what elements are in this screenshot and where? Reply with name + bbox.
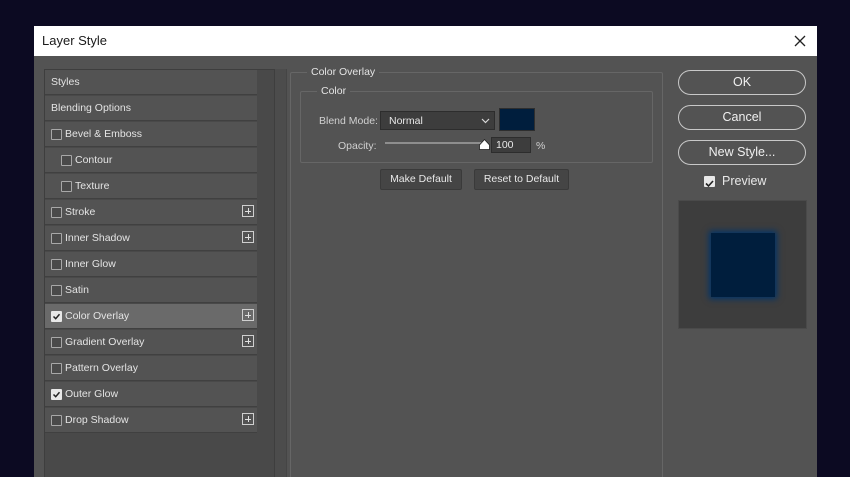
close-icon (794, 35, 806, 47)
style-checkbox[interactable] (51, 207, 62, 218)
style-item-label: Inner Glow (65, 258, 116, 270)
style-item-pattern-overlay[interactable]: Pattern Overlay (45, 356, 257, 381)
style-item-styles[interactable]: Styles (45, 70, 257, 95)
layer-style-dialog: Layer Style Styles Blending Options Bevel … (34, 26, 817, 477)
style-item-label: Outer Glow (65, 388, 119, 400)
style-item-contour[interactable]: Contour (45, 148, 257, 173)
style-item-gradient-overlay[interactable]: Gradient Overlay (45, 330, 257, 355)
reset-to-default-button[interactable]: Reset to Default (474, 169, 569, 190)
style-item-drop-shadow[interactable]: Drop Shadow (45, 408, 257, 433)
overlay-color-swatch[interactable] (499, 108, 535, 131)
add-effect-icon[interactable] (242, 335, 254, 347)
style-preview (678, 200, 807, 329)
add-effect-icon[interactable] (242, 413, 254, 425)
style-checkbox[interactable] (51, 259, 62, 270)
blend-mode-value: Normal (389, 115, 423, 127)
style-item-texture[interactable]: Texture (45, 174, 257, 199)
color-group-title: Color (317, 85, 351, 97)
make-default-button[interactable]: Make Default (380, 169, 462, 190)
style-item-label: Color Overlay (65, 310, 130, 322)
style-item-label: Inner Shadow (65, 232, 130, 244)
style-item-stroke[interactable]: Stroke (45, 200, 257, 225)
style-item-satin[interactable]: Satin (45, 278, 257, 303)
style-item-label: Pattern Overlay (65, 362, 138, 374)
style-item-inner-shadow[interactable]: Inner Shadow (45, 226, 257, 251)
checkmark-icon (52, 391, 61, 398)
close-button[interactable] (789, 30, 811, 52)
style-checkbox[interactable] (51, 415, 62, 426)
styles-list: Styles Blending Options Bevel & Emboss Cont… (44, 69, 275, 477)
opacity-slider-track[interactable] (385, 142, 485, 144)
styles-list-scrollbar[interactable] (275, 69, 287, 477)
dialog-title: Layer Style (42, 33, 108, 48)
style-item-label: Stroke (65, 206, 96, 218)
style-checkbox[interactable] (51, 363, 62, 374)
style-checkbox[interactable] (61, 155, 72, 166)
ok-button[interactable]: OK (678, 70, 806, 95)
opacity-unit: % (536, 140, 546, 152)
style-item-label: Blending Options (51, 102, 131, 114)
checkmark-icon (52, 313, 61, 320)
style-item-inner-glow[interactable]: Inner Glow (45, 252, 257, 277)
style-item-label: Gradient Overlay (65, 336, 145, 348)
style-item-outer-glow[interactable]: Outer Glow (45, 382, 257, 407)
style-item-label: Styles (51, 76, 80, 88)
style-item-color-overlay[interactable]: Color Overlay (45, 304, 257, 329)
style-item-label: Satin (65, 284, 89, 296)
opacity-label: Opacity: (338, 140, 377, 152)
blend-mode-label: Blend Mode: (319, 115, 378, 127)
blend-mode-select[interactable]: Normal (380, 111, 495, 130)
color-overlay-title: Color Overlay (307, 66, 380, 78)
style-item-label: Texture (75, 180, 110, 192)
new-style-button[interactable]: New Style... (678, 140, 806, 165)
opacity-slider-thumb[interactable] (479, 139, 490, 150)
style-item-bevel-emboss[interactable]: Bevel & Emboss (45, 122, 257, 147)
style-checkbox[interactable] (51, 337, 62, 348)
style-item-label: Bevel & Emboss (65, 128, 143, 140)
style-checkbox[interactable] (61, 181, 72, 192)
preview-thumbnail (711, 233, 775, 297)
preview-label: Preview (722, 174, 767, 188)
add-effect-icon[interactable] (242, 205, 254, 217)
style-item-label: Contour (75, 154, 113, 166)
style-checkbox[interactable] (51, 311, 62, 322)
add-effect-icon[interactable] (242, 231, 254, 243)
style-checkbox[interactable] (51, 389, 62, 400)
style-checkbox[interactable] (51, 233, 62, 244)
style-checkbox[interactable] (51, 285, 62, 296)
preview-checkbox[interactable] (704, 176, 715, 188)
title-bar: Layer Style (34, 26, 817, 56)
style-item-label: Drop Shadow (65, 414, 129, 426)
checkmark-icon (705, 180, 714, 188)
chevron-down-icon (481, 118, 490, 124)
opacity-input[interactable]: 100 (491, 137, 531, 153)
add-effect-icon[interactable] (242, 309, 254, 321)
style-checkbox[interactable] (51, 129, 62, 140)
style-item-blending-options[interactable]: Blending Options (45, 96, 257, 121)
cancel-button[interactable]: Cancel (678, 105, 806, 130)
